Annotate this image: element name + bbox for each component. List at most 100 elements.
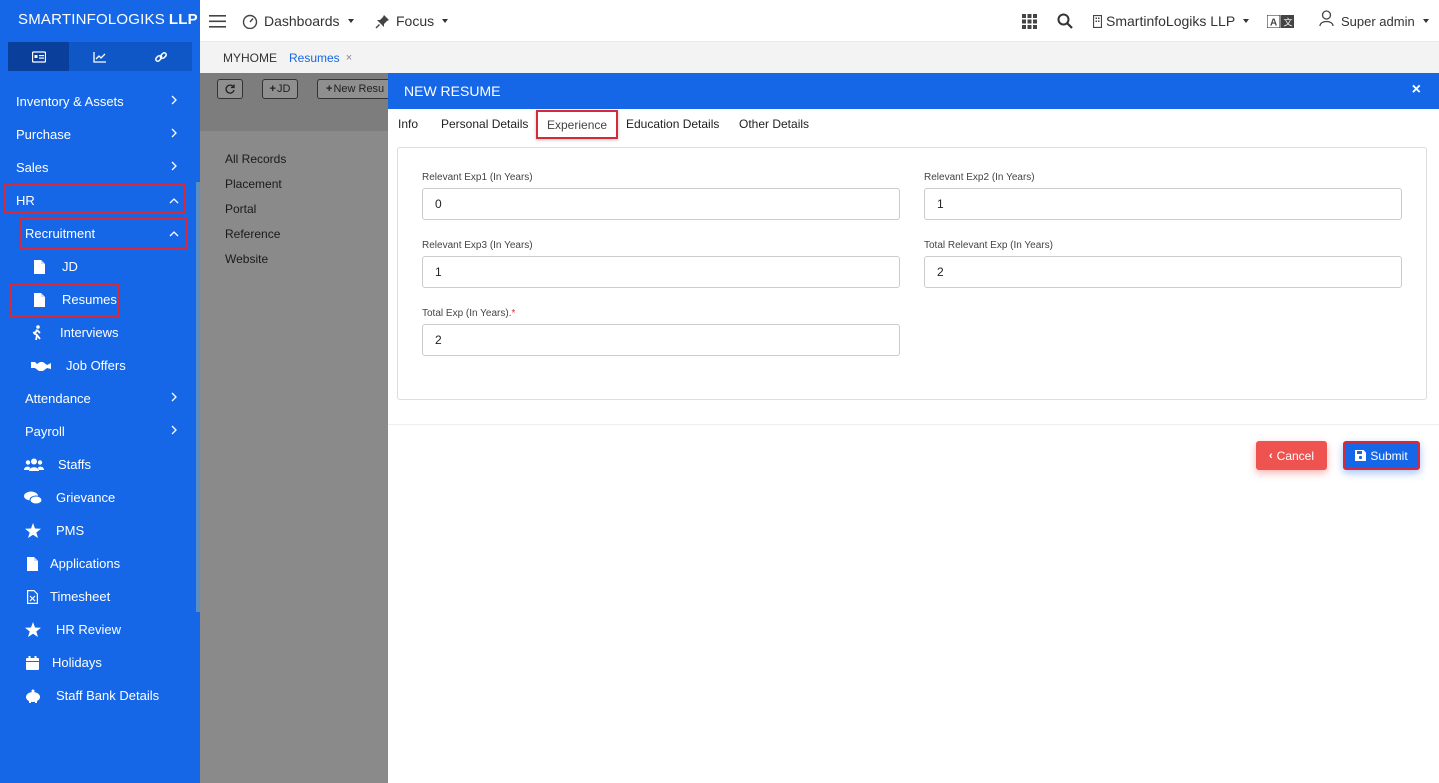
cancel-button[interactable]: ‹ Cancel: [1256, 441, 1327, 470]
refresh-button[interactable]: [217, 79, 243, 99]
tab-education-details[interactable]: Education Details: [626, 109, 719, 139]
translate-icon: A文: [1267, 14, 1294, 28]
sidebar-item-label: Staffs: [58, 457, 92, 472]
save-icon: [1355, 450, 1367, 461]
user-menu[interactable]: Super admin: [1319, 0, 1429, 42]
highlight-hr: [4, 184, 186, 214]
sidebar-item-label: Interviews: [60, 325, 119, 340]
sidebar-item-label: Sales: [16, 160, 49, 175]
sidebar-item-purchase[interactable]: Purchase: [0, 118, 200, 151]
sidebar-item-job-offers[interactable]: Job Offers: [0, 349, 200, 382]
modal-header: NEW RESUME ×: [388, 73, 1439, 109]
sidebar-item-jd[interactable]: JD: [0, 250, 200, 283]
submit-button[interactable]: Submit: [1343, 441, 1420, 470]
sidebar-item-label: Timesheet: [50, 589, 111, 604]
excel-file-icon: [23, 589, 41, 604]
tab-personal-details[interactable]: Personal Details: [441, 109, 528, 139]
sidebar-item-hr-review[interactable]: HR Review: [0, 613, 200, 646]
exp3-input[interactable]: 1: [422, 256, 900, 288]
menu-toggle[interactable]: [209, 0, 226, 42]
building-icon: [1093, 14, 1102, 28]
svg-text:文: 文: [1284, 16, 1293, 28]
top-bar: Dashboards Focus SmartinfoLogiks LLP A文 …: [200, 0, 1439, 42]
close-icon[interactable]: ×: [1412, 81, 1421, 99]
add-jd-label: JD: [276, 83, 291, 95]
highlight-resumes: [10, 284, 119, 317]
sidebar-item-applications[interactable]: Applications: [0, 547, 200, 580]
hamburger-icon: [209, 14, 226, 28]
add-jd-button[interactable]: + JD: [262, 79, 298, 99]
modal-tabs: Info Personal Details Experience Educati…: [388, 109, 1439, 139]
dashboards-dropdown[interactable]: Dashboards: [242, 0, 354, 42]
sidebar-item-staff-bank-details[interactable]: Staff Bank Details: [0, 679, 200, 712]
total-exp-label: Total Exp (In Years).*: [422, 308, 515, 319]
sidebar-item-inventory[interactable]: Inventory & Assets: [0, 85, 200, 118]
focus-dropdown[interactable]: Focus: [375, 0, 449, 42]
new-resume-modal: NEW RESUME × Info Personal Details Exper…: [388, 73, 1439, 783]
user-label: Super admin: [1341, 13, 1415, 29]
apps-grid-button[interactable]: [1022, 0, 1037, 42]
brand-logo[interactable]: SMARTINFOLOGIKS LLP: [0, 0, 200, 38]
close-tab-icon[interactable]: ×: [346, 52, 352, 64]
piggy-bank-icon: [24, 689, 42, 703]
sidebar-item-label: Applications: [50, 556, 121, 571]
filter-website[interactable]: Website: [225, 246, 286, 271]
filter-placement[interactable]: Placement: [225, 171, 286, 196]
sidebar-tab-modules[interactable]: [8, 42, 70, 71]
company-dropdown[interactable]: SmartinfoLogiks LLP: [1093, 0, 1250, 42]
sidebar: SMARTINFOLOGIKS LLP Inventory & Assets P…: [0, 0, 200, 783]
chevron-right-icon: [171, 161, 177, 171]
sidebar-item-staffs[interactable]: Staffs: [0, 448, 200, 481]
cancel-label: Cancel: [1276, 448, 1315, 463]
sidebar-item-grievance[interactable]: Grievance: [0, 481, 200, 514]
sidebar-item-sales[interactable]: Sales: [0, 151, 200, 184]
sidebar-item-label: PMS: [56, 523, 85, 538]
exp3-label: Relevant Exp3 (In Years): [422, 240, 533, 251]
sidebar-item-holidays[interactable]: Holidays: [0, 646, 200, 679]
sidebar-item-label: JD: [62, 259, 78, 274]
filter-all-records[interactable]: All Records: [225, 146, 286, 171]
sidebar-item-attendance[interactable]: Attendance: [0, 382, 200, 415]
exp1-input[interactable]: 0: [422, 188, 900, 220]
sidebar-item-interviews[interactable]: Interviews: [0, 316, 200, 349]
record-filters: All Records Placement Portal Reference W…: [225, 146, 286, 271]
company-label: SmartinfoLogiks LLP: [1106, 13, 1236, 29]
tab-experience[interactable]: Experience: [536, 110, 619, 139]
star-icon: [24, 523, 42, 538]
total-exp-input[interactable]: 2: [422, 324, 900, 356]
exp2-label: Relevant Exp2 (In Years): [924, 172, 1035, 183]
new-resume-button[interactable]: + New Resu: [317, 79, 388, 99]
search-button[interactable]: [1057, 0, 1073, 42]
tab-info[interactable]: Info: [398, 109, 418, 139]
sidebar-item-payroll[interactable]: Payroll: [0, 415, 200, 448]
chevron-left-icon: ‹: [1268, 449, 1273, 462]
total-relevant-exp-input[interactable]: 2: [924, 256, 1402, 288]
breadcrumb-current[interactable]: Resumes: [289, 51, 340, 65]
sidebar-item-label: Holidays: [52, 655, 102, 670]
caret-down-icon: [1243, 19, 1250, 23]
language-button[interactable]: A文: [1267, 0, 1294, 42]
sidebar-tab-reports[interactable]: [69, 42, 130, 71]
grid-icon: [1022, 13, 1037, 29]
tab-other-details[interactable]: Other Details: [739, 109, 809, 139]
caret-down-icon: [1422, 19, 1429, 23]
total-exp-label-text: Total Exp (In Years).: [422, 308, 512, 319]
svg-text:A: A: [1270, 17, 1277, 28]
brand-name: SMARTINFOLOGIKS: [18, 10, 165, 28]
highlight-recruitment: [20, 218, 188, 250]
users-icon: [24, 458, 44, 471]
exp2-input[interactable]: 1: [924, 188, 1402, 220]
sidebar-item-pms[interactable]: PMS: [0, 514, 200, 547]
filter-reference[interactable]: Reference: [225, 221, 286, 246]
breadcrumb-home[interactable]: MYHOME: [223, 51, 277, 65]
sidebar-tab-links[interactable]: [131, 42, 192, 71]
sidebar-item-label: Attendance: [25, 391, 91, 406]
calendar-icon: [23, 655, 41, 670]
sidebar-item-timesheet[interactable]: Timesheet: [0, 580, 200, 613]
required-mark: *: [511, 308, 516, 319]
pushpin-icon: [375, 14, 389, 28]
sidebar-item-label: Payroll: [25, 424, 65, 439]
filter-portal[interactable]: Portal: [225, 196, 286, 221]
id-card-icon: [31, 50, 46, 63]
dashboard-gauge-icon: [242, 14, 258, 29]
